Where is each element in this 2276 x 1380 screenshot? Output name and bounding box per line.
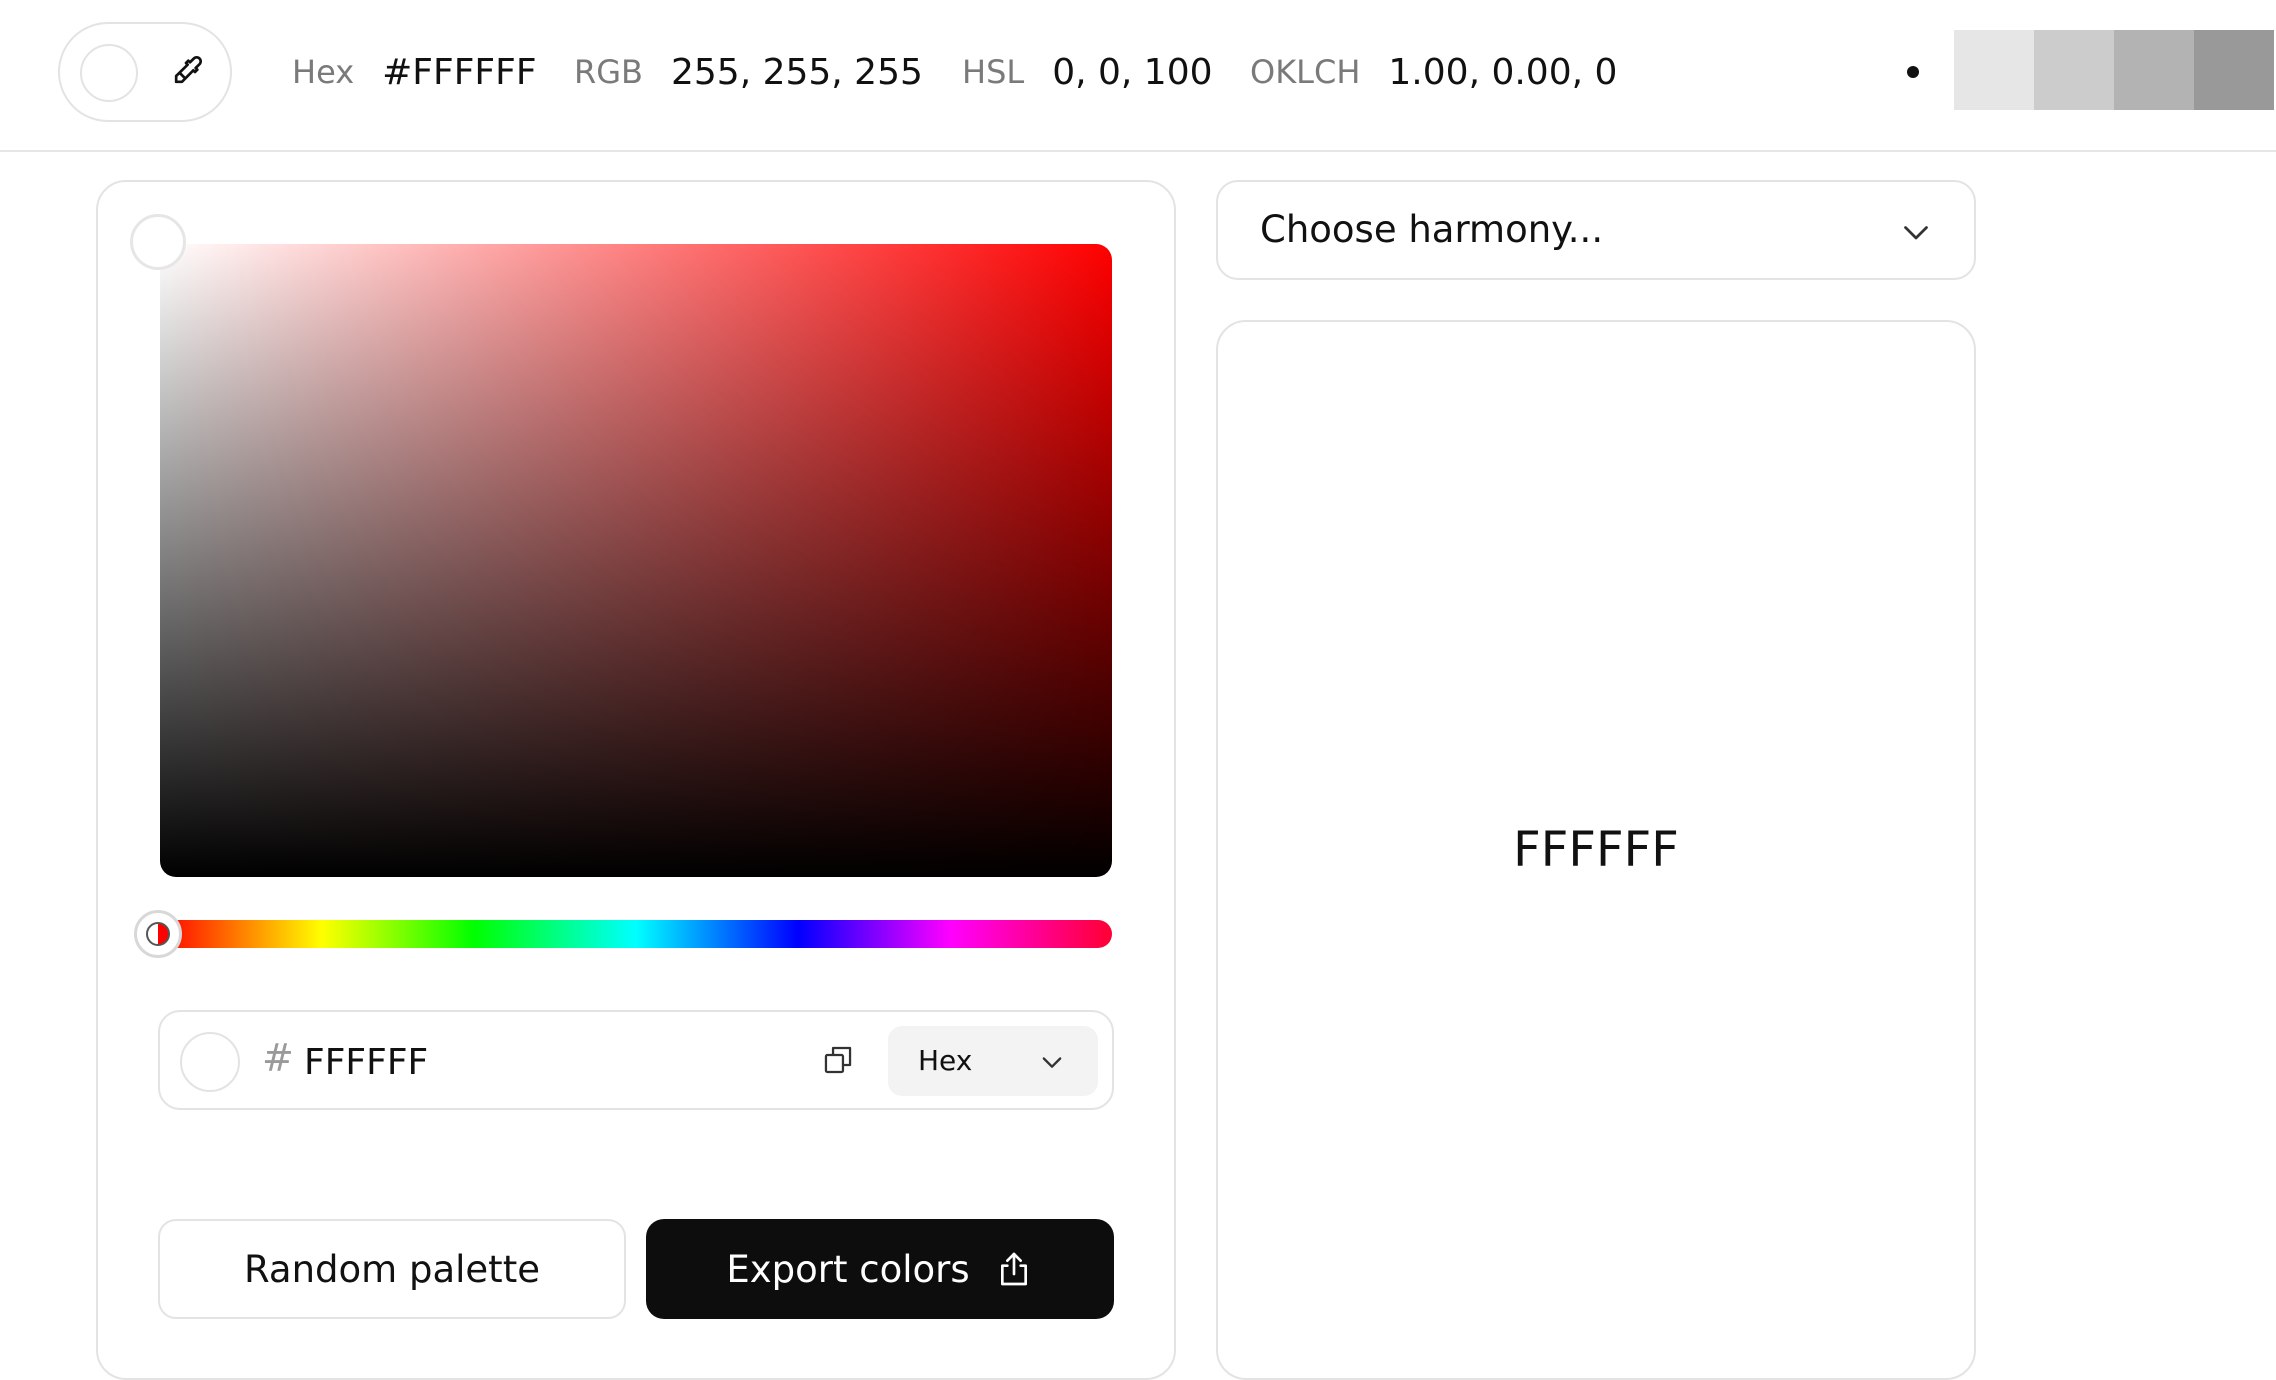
palette-chip[interactable]	[2114, 30, 2194, 110]
saturation-value-area[interactable]	[160, 244, 1112, 877]
hue-thumb-indicator	[146, 922, 170, 946]
hue-slider[interactable]	[160, 920, 1112, 948]
hex-color-swatch	[180, 1032, 240, 1092]
metric-value[interactable]: 255, 255, 255	[671, 52, 923, 93]
palette-chip[interactable]	[2194, 30, 2274, 110]
palette-chip[interactable]	[1954, 30, 2034, 110]
eyedropper-icon	[167, 51, 207, 95]
color-pill	[58, 22, 232, 122]
metric-label: RGB	[574, 53, 643, 91]
export-colors-button[interactable]: Export colors	[646, 1219, 1114, 1319]
active-indicator-dot	[1907, 66, 1919, 78]
metric-label: Hex	[292, 53, 355, 91]
hash-symbol: #	[262, 1036, 294, 1080]
eyedropper-button[interactable]	[158, 44, 216, 102]
current-color-swatch[interactable]	[80, 44, 138, 102]
metric-value[interactable]: #FFFFFF	[382, 52, 536, 93]
export-colors-label: Export colors	[726, 1247, 970, 1291]
palette-strip	[1954, 30, 2274, 110]
metric-label: HSL	[962, 53, 1025, 91]
random-palette-label: Random palette	[244, 1247, 540, 1291]
preview-hex-label: FFFFFF	[1513, 822, 1679, 878]
share-icon	[994, 1249, 1034, 1289]
top-bar: Hex #FFFFFF RGB 255, 255, 255 HSL 0, 0, …	[0, 0, 2276, 152]
metric-hsl: HSL 0, 0, 100	[962, 44, 1213, 100]
metric-label: OKLCH	[1250, 53, 1361, 91]
color-format-label: Hex	[918, 1044, 973, 1077]
saturation-value-thumb[interactable]	[130, 214, 186, 270]
palette-chip[interactable]	[2034, 30, 2114, 110]
copy-button[interactable]	[816, 1040, 860, 1084]
metric-rgb: RGB 255, 255, 255	[574, 44, 923, 100]
chevron-down-icon	[1898, 214, 1934, 250]
metric-oklch: OKLCH 1.00, 0.00, 0	[1250, 44, 1617, 100]
metric-value[interactable]: 0, 0, 100	[1052, 52, 1212, 93]
copy-icon	[821, 1043, 855, 1081]
color-format-select[interactable]: Hex	[888, 1026, 1098, 1096]
harmony-placeholder: Choose harmony...	[1260, 208, 1604, 251]
hex-input-row: # Hex	[158, 1010, 1114, 1110]
chevron-down-icon	[1038, 1048, 1066, 1076]
color-preview-card: FFFFFF	[1216, 320, 1976, 1380]
hue-slider-thumb[interactable]	[134, 910, 182, 958]
harmony-select[interactable]: Choose harmony...	[1216, 180, 1976, 280]
metric-hex: Hex #FFFFFF	[292, 44, 537, 100]
metric-value[interactable]: 1.00, 0.00, 0	[1388, 52, 1617, 93]
random-palette-button[interactable]: Random palette	[158, 1219, 626, 1319]
hex-input[interactable]	[304, 1034, 604, 1090]
